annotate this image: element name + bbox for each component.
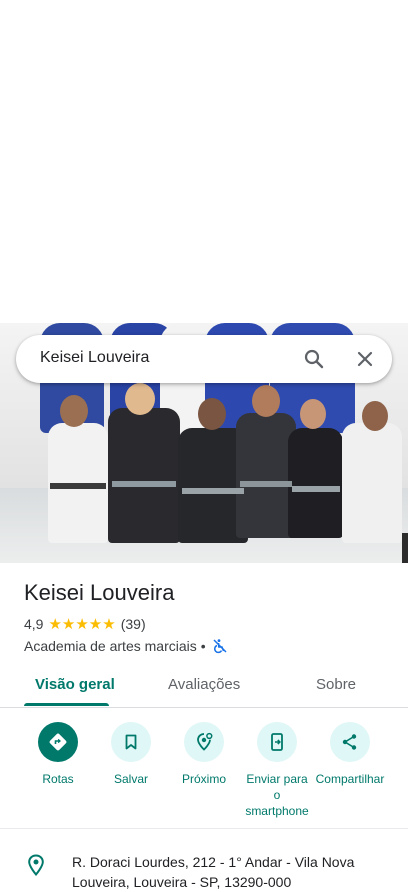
photo-belt (112, 481, 176, 487)
share-icon (330, 722, 370, 762)
directions-button[interactable]: Rotas (18, 722, 98, 787)
photo-figure (288, 428, 343, 538)
rating-row[interactable]: 4,9 ★★★★★ (39) (24, 615, 146, 633)
tab-overview[interactable]: Visão geral (35, 676, 115, 693)
photo-belt (50, 483, 106, 489)
share-label: Compartilhar (315, 772, 385, 786)
directions-label: Rotas (42, 772, 74, 786)
photo-figure (236, 413, 296, 538)
send-to-phone-button[interactable]: Enviar para o smartphone (237, 722, 317, 819)
photo-head (198, 398, 226, 430)
map-blank-area (0, 0, 408, 323)
search-icon[interactable] (302, 347, 326, 371)
close-icon[interactable] (353, 347, 377, 371)
send-to-phone-label: Enviar para o smartphone (245, 772, 309, 818)
nearby-icon (184, 722, 224, 762)
photo-head (60, 395, 88, 427)
send-to-phone-icon (257, 722, 297, 762)
place-address[interactable]: R. Doraci Lourdes, 212 - 1° Andar - Vila… (72, 852, 372, 892)
photo-belt (240, 481, 292, 487)
rating-stars-icon: ★★★★★ (48, 616, 116, 633)
photo-head (252, 385, 280, 417)
tab-bar: Visão geral Avaliações Sobre (0, 663, 408, 708)
save-label: Salvar (113, 772, 148, 786)
section-divider (0, 828, 408, 829)
tab-about[interactable]: Sobre (316, 676, 356, 693)
photo-belt (292, 486, 340, 492)
rating-value: 4,9 (24, 616, 44, 632)
save-button[interactable]: Salvar (91, 722, 171, 787)
photo-figure (342, 423, 402, 543)
nearby-button[interactable]: Próximo (164, 722, 244, 787)
search-bar[interactable]: Keisei Louveira (16, 335, 392, 383)
search-query[interactable]: Keisei Louveira (40, 349, 149, 367)
location-pin-icon (26, 854, 46, 877)
photo-belt (182, 488, 244, 494)
share-button[interactable]: Compartilhar (310, 722, 390, 787)
review-count: (39) (120, 616, 146, 632)
directions-icon (38, 722, 78, 762)
action-buttons: Rotas Salvar Próximo Enviar para o smart… (0, 722, 408, 822)
tab-active-indicator (24, 703, 109, 706)
nearby-label: Próximo (181, 772, 226, 786)
bookmark-icon (111, 722, 151, 762)
no-wheelchair-access-icon (212, 638, 228, 654)
place-category: Academia de artes marciais (24, 638, 197, 654)
photo-head (300, 399, 326, 429)
place-title: Keisei Louveira (24, 580, 175, 605)
category-row: Academia de artes marciais • (24, 637, 228, 655)
tab-reviews[interactable]: Avaliações (168, 676, 240, 693)
photo-figure (108, 408, 180, 543)
photo-edge (402, 533, 408, 563)
category-separator: • (200, 638, 206, 654)
photo-head (362, 401, 388, 431)
photo-head (125, 383, 155, 415)
